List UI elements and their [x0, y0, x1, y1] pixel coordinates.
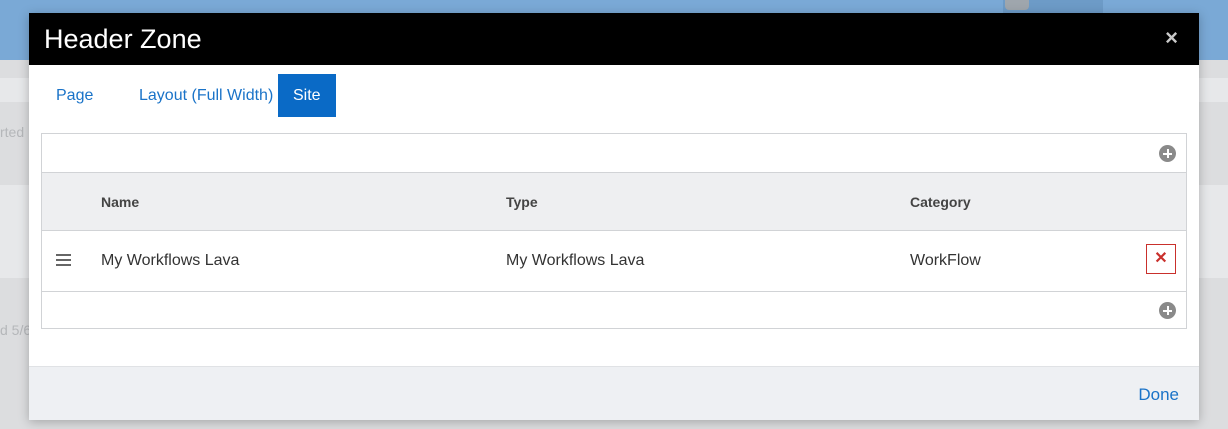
row-name: My Workflows Lava [101, 252, 240, 269]
grid-bottom-actions [42, 292, 1186, 328]
column-header-type: Type [506, 194, 538, 210]
background-text: rted [0, 124, 25, 140]
tab-site[interactable]: Site [278, 74, 336, 117]
blocks-grid: Name Type Category My Workflows Lava My … [41, 133, 1187, 329]
tab-page[interactable]: Page [44, 74, 105, 117]
header-zone-modal: Header Zone × Page Layout (Full Width) S… [29, 13, 1199, 420]
add-block-icon[interactable] [1159, 145, 1176, 162]
close-icon[interactable]: × [1165, 27, 1178, 49]
background-text: d 5/6 [0, 322, 32, 338]
delete-block-button[interactable]: ✕ [1146, 244, 1176, 274]
tab-layout-full-width[interactable]: Layout (Full Width) [127, 74, 285, 117]
modal-title: Header Zone [44, 24, 202, 54]
row-type: My Workflows Lava [506, 252, 645, 269]
drag-handle-icon[interactable] [56, 254, 71, 266]
column-header-category: Category [910, 194, 971, 210]
grid-header: Name Type Category [42, 173, 1186, 231]
done-button[interactable]: Done [1138, 385, 1179, 405]
table-row: My Workflows Lava My Workflows Lava Work… [42, 231, 1186, 292]
background-avatar [1005, 0, 1029, 10]
add-block-icon[interactable] [1159, 302, 1176, 319]
grid-top-actions [42, 134, 1186, 173]
column-header-name: Name [101, 194, 140, 210]
modal-footer: Done [29, 366, 1199, 420]
modal-header: Header Zone × [29, 13, 1199, 65]
row-category: WorkFlow [910, 252, 981, 269]
